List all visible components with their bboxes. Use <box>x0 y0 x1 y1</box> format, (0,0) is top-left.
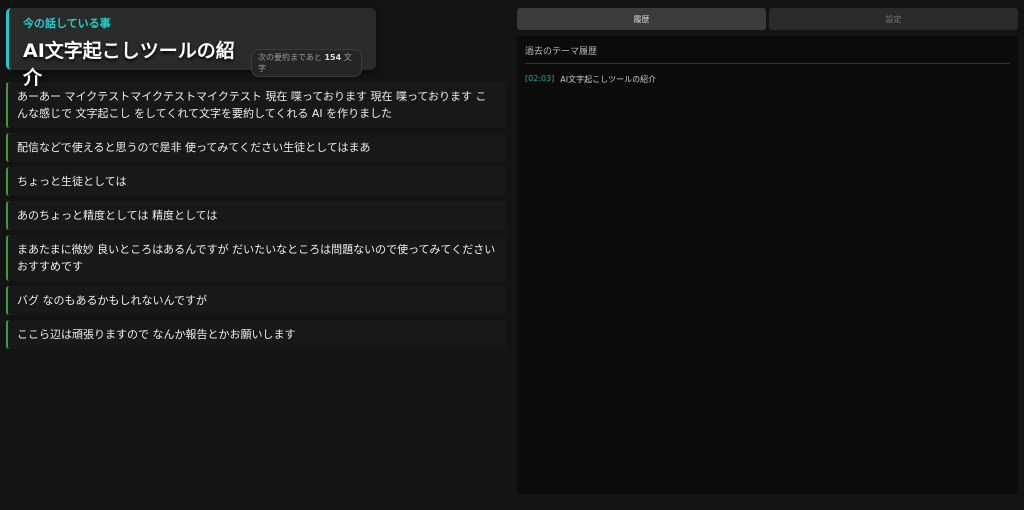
transcript-item: 配信などで使えると思うので是非 使ってみてください生徒としてはまあ <box>6 133 506 162</box>
current-topic-label: 今の話している事 <box>23 17 111 30</box>
left-pane: 今の話している事 AI文字起こしツールの紹介 次の要約まであと 154 文字 あ… <box>6 8 506 354</box>
right-pane: 履歴 設定 過去のテーマ履歴 [02:03] AI文字起こしツールの紹介 <box>517 8 1018 494</box>
transcript-item: まあたまに微妙 良いところはあるんですが だいたいなところは問題ないので使ってみ… <box>6 235 506 281</box>
current-topic-card: 今の話している事 AI文字起こしツールの紹介 次の要約まであと 154 文字 <box>6 8 376 89</box>
transcript-item: ここら辺は頑張りますので なんか報告とかお願いします <box>6 320 506 349</box>
transcript-item: バグ なのもあるかもしれないんですが <box>6 286 506 315</box>
tab-history[interactable]: 履歴 <box>517 8 766 30</box>
transcript-item: あーあー マイクテストマイクテストマイクテスト 現在 喋っております 現在 喋っ… <box>6 82 506 128</box>
history-panel: 過去のテーマ履歴 [02:03] AI文字起こしツールの紹介 <box>517 36 1018 494</box>
transcript-item: ちょっと生徒としては <box>6 167 506 196</box>
tab-bar: 履歴 設定 <box>517 8 1018 30</box>
tab-settings[interactable]: 設定 <box>769 8 1018 30</box>
history-title: 過去のテーマ履歴 <box>525 44 1010 64</box>
badge-prefix: 次の要約まであと <box>258 53 322 62</box>
transcript-list: あーあー マイクテストマイクテストマイクテスト 現在 喋っております 現在 喋っ… <box>6 82 506 349</box>
history-item[interactable]: [02:03] AI文字起こしツールの紹介 <box>525 74 1010 85</box>
current-topic-title: AI文字起こしツールの紹介 <box>23 40 235 89</box>
history-time: [02:03] <box>525 74 555 83</box>
history-topic: AI文字起こしツールの紹介 <box>560 75 657 84</box>
badge-count: 154 <box>324 53 342 62</box>
next-summary-badge: 次の要約まであと 154 文字 <box>251 49 362 77</box>
transcript-item: あのちょっと精度としては 精度としては <box>6 201 506 230</box>
